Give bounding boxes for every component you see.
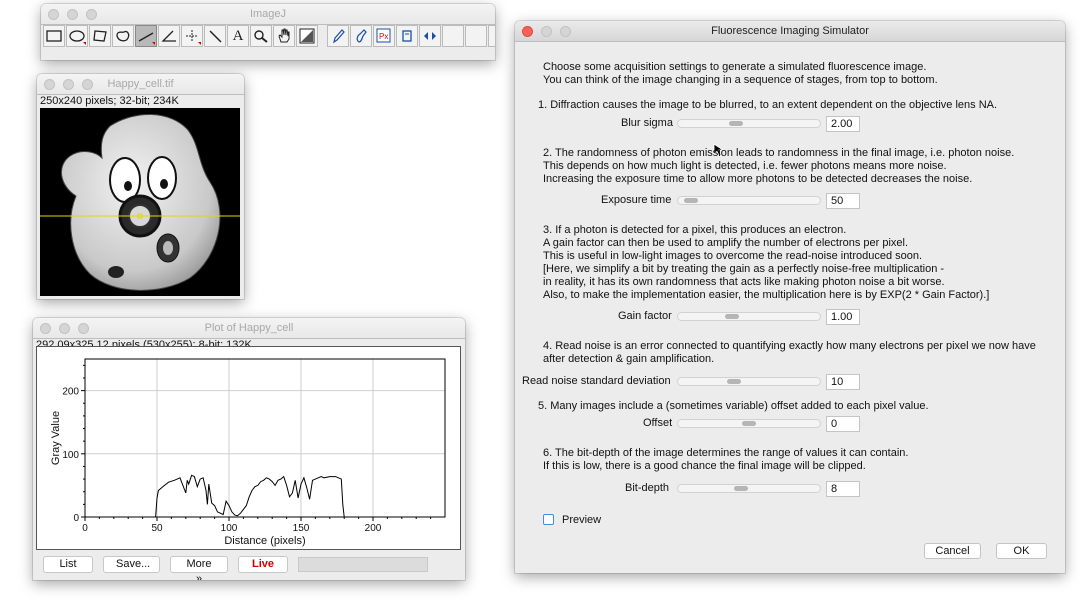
imagej-titlebar[interactable]: ImageJ	[41, 4, 495, 25]
wand-tool[interactable]	[204, 25, 226, 47]
svg-text:Px: Px	[379, 32, 388, 41]
line-tool[interactable]	[135, 25, 157, 47]
pixel-inspector-icon: Px	[376, 28, 391, 43]
freehand-tool[interactable]	[112, 25, 134, 47]
color-picker-tool[interactable]	[296, 25, 318, 47]
zoom-button[interactable]	[78, 323, 89, 334]
plot-title: Plot of Happy_cell	[204, 322, 294, 334]
dialog-title: Fluorescence Imaging Simulator	[711, 25, 869, 37]
arrows-icon	[424, 32, 436, 40]
text-icon: A	[232, 27, 244, 44]
plot-button-row: List Save... More » Live	[43, 556, 428, 580]
right-pupil	[160, 179, 168, 189]
empty-slot-2[interactable]	[465, 25, 487, 47]
x-tick-label: 100	[221, 523, 238, 534]
close-button[interactable]	[48, 9, 59, 20]
close-button[interactable]	[40, 323, 51, 334]
image-window: Happy_cell.tif 250x240 pixels; 32-bit; 2…	[37, 74, 244, 299]
toolbar-gap	[319, 25, 327, 47]
imagej-title: ImageJ	[249, 8, 287, 20]
plot-frame	[84, 358, 446, 518]
minimize-button[interactable]	[541, 26, 552, 37]
save-button[interactable]: Save...	[103, 556, 160, 573]
empty-slot-1[interactable]	[442, 25, 464, 47]
close-button[interactable]	[522, 26, 533, 37]
simulator-dialog: Fluorescence Imaging Simulator	[515, 21, 1065, 573]
x-axis-label: Distance (pixels)	[224, 535, 305, 547]
image-canvas[interactable]	[40, 108, 240, 296]
hand-icon	[278, 28, 290, 43]
list-button[interactable]: List	[43, 556, 93, 573]
dialog-titlebar[interactable]: Fluorescence Imaging Simulator	[515, 21, 1065, 42]
left-pupil	[124, 181, 132, 191]
x-tick-label: 50	[151, 523, 163, 534]
tool-10[interactable]	[396, 25, 418, 47]
image-title: Happy_cell.tif	[107, 78, 174, 90]
imagej-toolbar-window: ImageJ A Px ≫	[41, 4, 495, 60]
image-info: 250x240 pixels; 32-bit; 234K	[40, 95, 179, 107]
point-icon	[186, 30, 198, 42]
polygon-tool[interactable]	[89, 25, 111, 47]
profile-plot: 0 50 100 150 200 0 100 200 Distance (pixels) Gray…	[50, 358, 446, 547]
y-tick-label: 0	[73, 513, 79, 524]
pencil-icon	[333, 29, 345, 44]
plot-titlebar[interactable]: Plot of Happy_cell	[33, 318, 465, 339]
oval-tool[interactable]	[66, 25, 88, 47]
brush-tool[interactable]	[350, 25, 372, 47]
minimize-button[interactable]	[59, 323, 70, 334]
point-tool[interactable]	[181, 25, 203, 47]
oval-icon	[69, 30, 85, 42]
text-tool[interactable]: A	[227, 25, 249, 47]
zoom-button[interactable]	[560, 26, 571, 37]
rectangle-tool[interactable]	[43, 25, 65, 47]
magnifier-icon	[254, 30, 268, 43]
progress-bar	[298, 557, 428, 572]
minimize-button[interactable]	[67, 9, 78, 20]
stack-icon	[402, 30, 412, 42]
angle-icon	[161, 30, 176, 42]
line-icon	[138, 32, 154, 42]
x-tick-label: 200	[365, 523, 382, 534]
y-tick-label: 100	[62, 450, 79, 461]
more-button[interactable]: More »	[170, 556, 228, 580]
freehand-icon	[116, 30, 130, 42]
rectangle-icon	[46, 30, 62, 42]
y-axis-label: Gray Value	[50, 411, 62, 465]
right-eye	[147, 156, 177, 200]
tool-11[interactable]	[419, 25, 441, 47]
zoom-button[interactable]	[82, 79, 93, 90]
x-tick-label: 0	[82, 523, 88, 534]
angle-tool[interactable]	[158, 25, 180, 47]
x-tick-label: 150	[293, 523, 310, 534]
brush-icon	[356, 29, 367, 43]
wand-icon	[209, 30, 222, 43]
plot-area: 0 50 100 150 200 0 100 200 Distance (pixels) Gray…	[36, 346, 461, 550]
pencil-tool[interactable]	[327, 25, 349, 47]
magnifier-tool[interactable]	[250, 25, 272, 47]
pixel-inspector-tool[interactable]: Px	[373, 25, 395, 47]
close-button[interactable]	[44, 79, 55, 90]
color-picker-icon	[299, 28, 315, 44]
polygon-icon	[93, 30, 107, 42]
plot-window: Plot of Happy_cell 292.09x325.12 pixels …	[33, 318, 465, 580]
tool-row: A Px ≫	[43, 25, 495, 47]
y-tick-label: 200	[62, 387, 79, 398]
empty-slot-3[interactable]	[488, 25, 495, 47]
minimize-button[interactable]	[63, 79, 74, 90]
profile-series-line	[85, 474, 445, 518]
live-button[interactable]: Live	[238, 556, 288, 573]
image-titlebar[interactable]: Happy_cell.tif	[37, 74, 244, 95]
zoom-button[interactable]	[86, 9, 97, 20]
hand-tool[interactable]	[273, 25, 295, 47]
